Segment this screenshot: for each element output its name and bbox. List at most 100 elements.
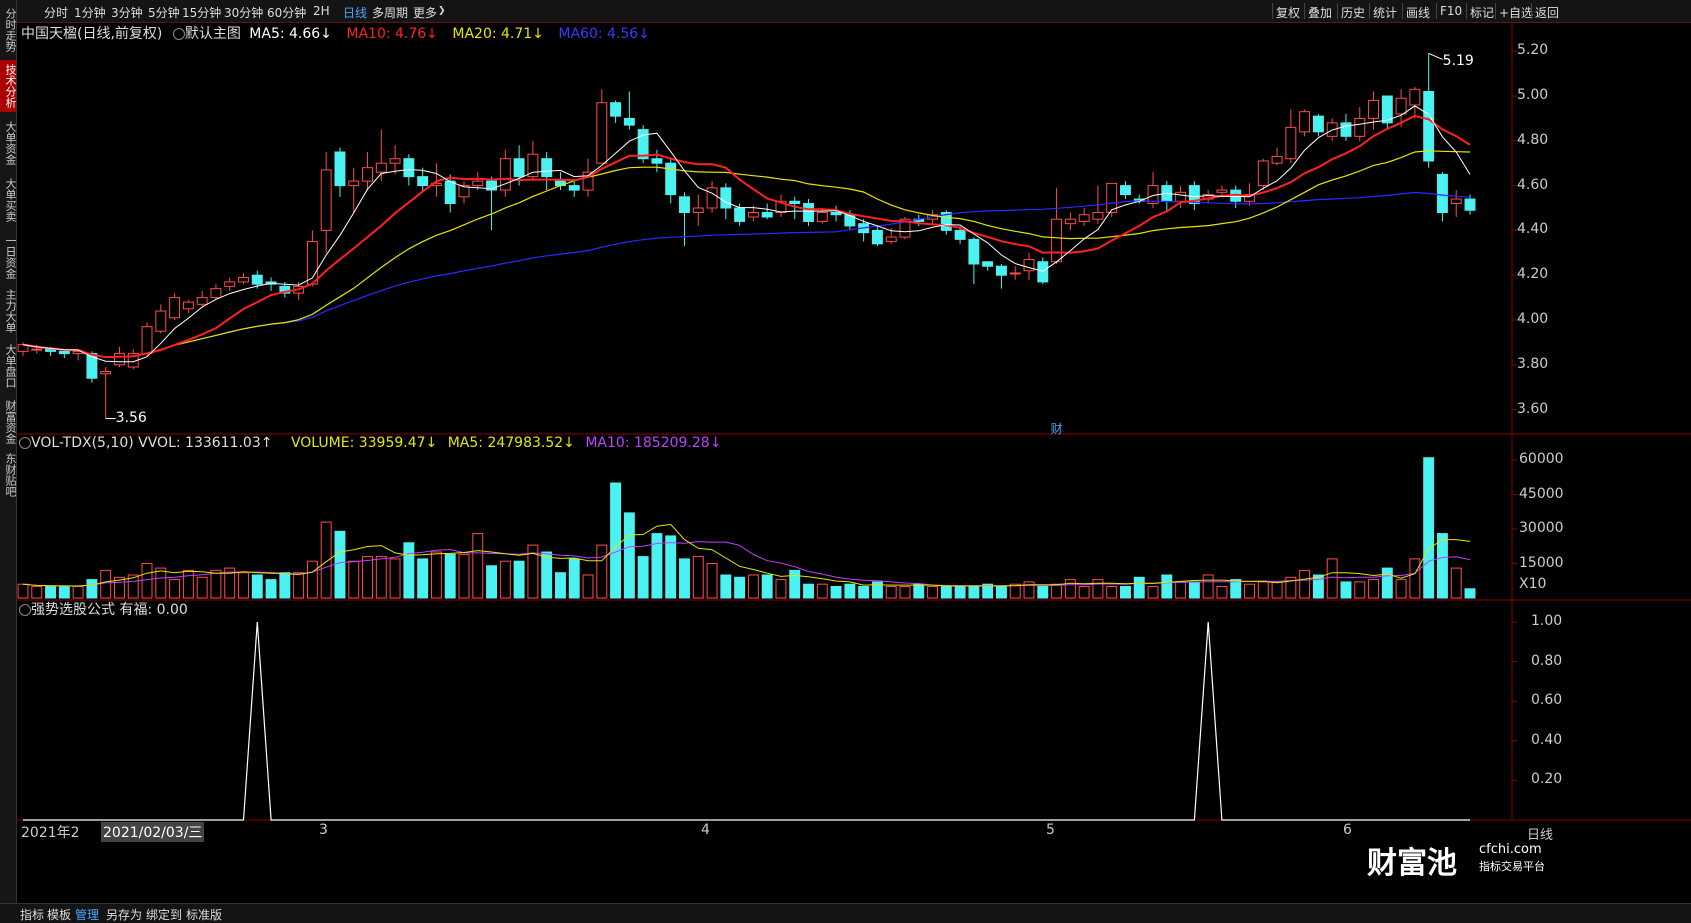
candle-body <box>444 180 456 205</box>
ma20-line <box>22 150 1471 358</box>
candle-body <box>541 158 553 178</box>
stock-title[interactable]: 中国天楹(日线,前复权) <box>21 26 162 42</box>
template-menu-icon[interactable] <box>172 28 185 40</box>
candle-body <box>1175 191 1187 202</box>
left-tab-0[interactable]: 分时走势 <box>0 4 17 56</box>
indicator-tick: 0.40 <box>1531 731 1563 748</box>
bottom-btn-2[interactable]: 管理 <box>75 906 99 923</box>
logo-main: 财富池 <box>1367 846 1457 881</box>
tab-9[interactable]: 多周期 <box>372 4 408 21</box>
tab-0[interactable]: 分时 <box>44 4 68 21</box>
candle-body <box>1436 173 1448 213</box>
price-tick: 4.20 <box>1517 266 1549 283</box>
volume-bar <box>637 556 649 599</box>
left-tab-3[interactable]: 大单买卖 <box>0 172 17 228</box>
tab-8[interactable]: 日线 <box>343 4 367 21</box>
volume-bar <box>1230 579 1242 599</box>
left-tab-2[interactable]: 大单资金 <box>0 117 17 169</box>
x-month-4: 4 <box>701 822 710 838</box>
tool-3[interactable]: 统计 <box>1373 4 1397 21</box>
tool-4[interactable]: 画线 <box>1406 4 1430 21</box>
volume-bar <box>141 563 153 599</box>
tab-7[interactable]: 2H <box>313 4 330 18</box>
volume-bar <box>610 482 622 599</box>
volume-bar <box>1147 586 1159 599</box>
volume-bar <box>761 574 773 599</box>
candle-body <box>706 187 718 209</box>
kline-chart[interactable]: 中国天楹(日线,前复权) 默认主图 MA5: 4.66↓ MA10: 4.76↓… <box>17 21 1691 884</box>
left-tab-7[interactable]: 财富资金 <box>0 396 17 448</box>
price-tick: 4.00 <box>1517 311 1549 327</box>
candle-body <box>816 211 828 222</box>
ma5-value: MA5: 4.66↓ <box>249 26 332 42</box>
volume-bar <box>679 558 690 599</box>
toolbar-divider <box>1531 3 1532 19</box>
vol-ma5: MA5: 247983.52↓ <box>447 435 575 451</box>
volume-bar <box>1368 579 1379 599</box>
tab-1[interactable]: 1分钟 <box>74 4 106 21</box>
candle-body <box>1092 211 1104 220</box>
volume-bar <box>954 586 966 599</box>
volume-bar <box>803 583 814 599</box>
candle-body <box>155 310 167 332</box>
candle-body <box>196 297 208 305</box>
volume-tick: 30000 <box>1519 520 1564 536</box>
tool-6[interactable]: 标记 <box>1470 4 1494 21</box>
candle-body <box>1064 218 1076 225</box>
volume-bar <box>596 544 608 599</box>
toolbar-divider <box>1402 3 1403 19</box>
left-tab-8[interactable]: 东财贴吧 <box>0 450 17 500</box>
chart-canvas[interactable] <box>17 21 1691 884</box>
left-tab-6[interactable]: 大单盘口 <box>0 340 17 392</box>
volume-bar <box>375 556 387 599</box>
candle-body <box>224 281 236 287</box>
bottom-btn-0[interactable]: 指标 <box>20 906 44 923</box>
tab-10[interactable]: 更多 <box>413 4 437 21</box>
more-chevron-icon[interactable]: ❯ <box>438 6 446 16</box>
tool-8[interactable]: 返回 <box>1535 4 1559 21</box>
volume-tick: 45000 <box>1519 485 1564 502</box>
candle-body <box>747 211 759 218</box>
candle-body <box>637 129 649 160</box>
candle-body <box>114 353 125 366</box>
tab-2[interactable]: 3分钟 <box>111 4 143 21</box>
toolbar-divider <box>1304 3 1305 19</box>
volume-menu-icon[interactable] <box>19 437 31 449</box>
tab-3[interactable]: 5分钟 <box>148 4 180 21</box>
volume-bar <box>1216 586 1228 599</box>
candle-body <box>389 158 401 164</box>
volume-bar <box>899 586 911 599</box>
tab-6[interactable]: 60分钟 <box>267 4 306 21</box>
main-legend: 中国天楹(日线,前复权) 默认主图 MA5: 4.66↓ MA10: 4.76↓… <box>21 23 650 43</box>
volume-bar <box>251 574 263 599</box>
volume-tick: 60000 <box>1519 451 1564 467</box>
volume-bar <box>210 569 222 599</box>
bottom-btn-5[interactable]: 标准版 <box>186 906 222 923</box>
tool-1[interactable]: 叠加 <box>1308 4 1332 21</box>
vol-name[interactable]: VOL-TDX(5,10) VVOL: 133611.03↑ <box>31 435 272 451</box>
candle-body <box>320 169 332 231</box>
left-tab-4[interactable]: 一日资金 <box>0 232 17 282</box>
event-marker[interactable]: 财 <box>1051 420 1063 437</box>
bottom-btn-4[interactable]: 绑定到 <box>146 906 182 923</box>
bottom-btn-3[interactable]: 另存为 <box>106 906 142 923</box>
tab-5[interactable]: 30分钟 <box>224 4 263 21</box>
template-label[interactable]: 默认主图 <box>185 26 241 42</box>
bottom-btn-1[interactable]: 模板 <box>47 906 71 923</box>
indicator-legend: 强势选股公式 有福: 0.00 <box>19 599 188 619</box>
volume-legend: VOL-TDX(5,10) VVOL: 133611.03↑ VOLUME: 3… <box>19 435 721 451</box>
volume-bar <box>320 521 332 599</box>
indicator-menu-icon[interactable] <box>19 604 31 616</box>
volume-bar <box>582 574 594 599</box>
volume-bar <box>155 567 167 599</box>
tab-4[interactable]: 15分钟 <box>182 4 221 21</box>
high-pointer <box>1428 52 1443 60</box>
left-tab-5[interactable]: 主力大单 <box>0 285 17 337</box>
tool-7[interactable]: +自选 <box>1499 4 1533 21</box>
tool-5[interactable]: F10 <box>1440 4 1462 18</box>
left-tab-1[interactable]: 技术分析 <box>0 60 17 112</box>
tool-2[interactable]: 历史 <box>1341 4 1365 21</box>
ind-name[interactable]: 强势选股公式 有福: 0.00 <box>31 602 188 618</box>
tool-0[interactable]: 复权 <box>1276 4 1300 21</box>
indicator-tick: 0.80 <box>1531 652 1563 669</box>
